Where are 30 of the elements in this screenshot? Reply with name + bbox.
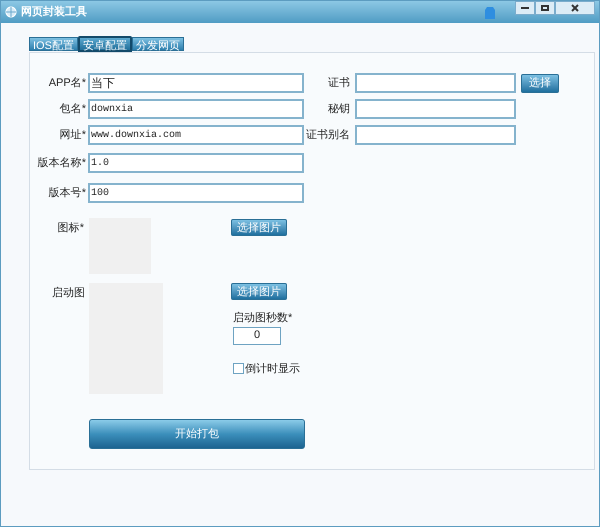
field-label: 证书别名 <box>305 128 351 143</box>
text-field[interactable] <box>355 73 516 93</box>
tab[interactable]: 安卓配置 <box>78 36 132 52</box>
text-field[interactable] <box>355 99 516 119</box>
text-field[interactable]: 1.0 <box>88 153 304 173</box>
checkbox-label[interactable]: 倒计时显示 <box>245 360 300 377</box>
text-field[interactable]: 当下 <box>88 73 304 93</box>
text-field[interactable] <box>355 125 516 145</box>
text-field[interactable]: downxia <box>88 99 304 119</box>
seconds-field[interactable]: 0 <box>233 326 281 344</box>
window-title: 网页封装工具 <box>21 4 87 20</box>
field-label: 图标* <box>56 221 85 236</box>
field-label: 网址* <box>58 128 87 143</box>
field-label: APP名* <box>48 76 87 91</box>
globe-icon <box>5 6 17 18</box>
close-icon <box>571 4 579 12</box>
field-label: 版本名称* <box>36 156 87 171</box>
maximize-button[interactable] <box>535 1 555 15</box>
field-label: 秘钥 <box>327 102 351 117</box>
text-field[interactable]: 100 <box>88 183 304 203</box>
field-label: 包名* <box>58 102 87 117</box>
start-packaging-button[interactable]: 开始打包 <box>89 419 305 449</box>
checkbox[interactable] <box>233 363 244 374</box>
minimize-button[interactable] <box>515 1 535 15</box>
field-label: 版本号* <box>48 186 87 201</box>
close-button[interactable] <box>555 1 595 15</box>
field-label: 证书 <box>327 76 351 91</box>
field-label: 启动图 <box>51 286 86 301</box>
text-field[interactable]: www.downxia.com <box>88 125 304 145</box>
field-label: 启动图秒数* <box>233 310 292 326</box>
